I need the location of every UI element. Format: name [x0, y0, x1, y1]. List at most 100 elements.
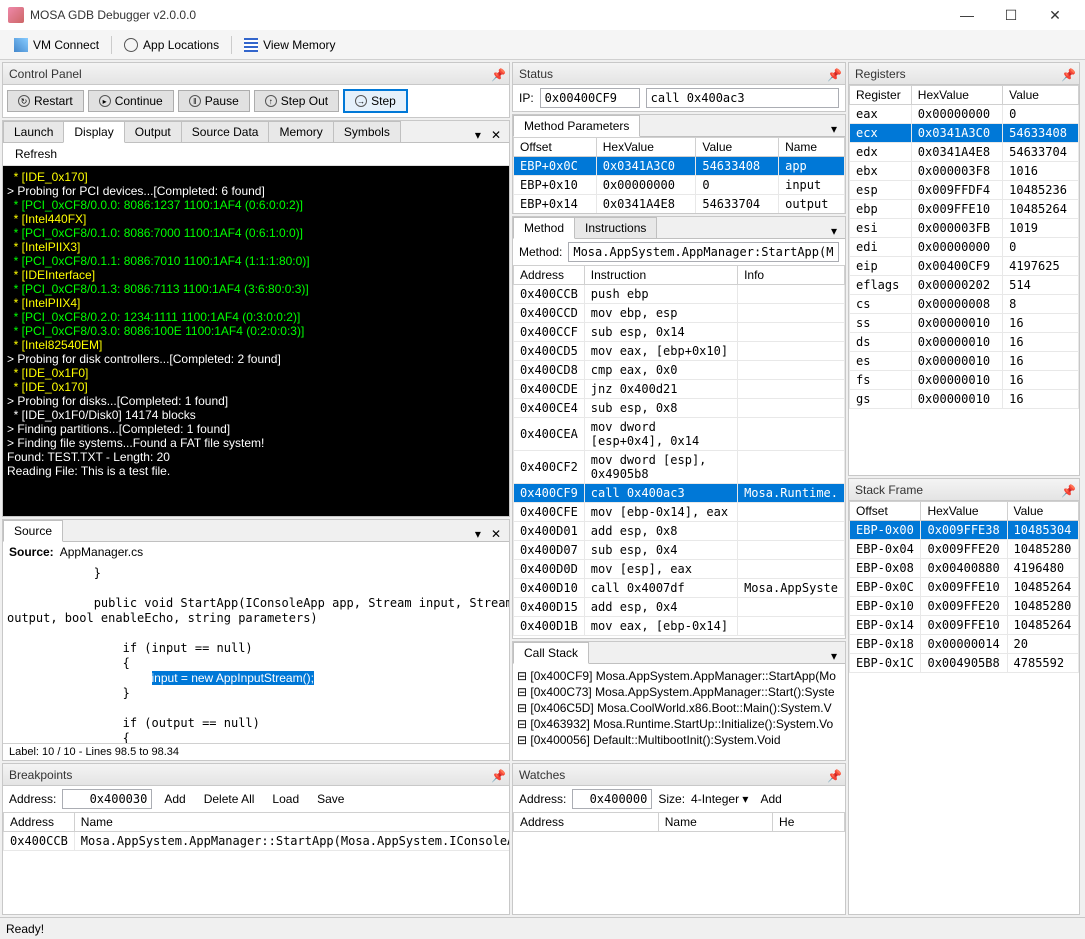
- tab-source[interactable]: Source: [3, 520, 63, 542]
- stackframe-table[interactable]: OffsetHexValueValue EBP-0x000x009FFE3810…: [849, 501, 1079, 673]
- table-row[interactable]: 0x400CCFsub esp, 0x14: [514, 323, 845, 342]
- tab-dropdown-icon[interactable]: ▾: [827, 122, 841, 136]
- table-row[interactable]: cs0x000000088: [850, 295, 1079, 314]
- registers-table[interactable]: RegisterHexValueValue eax0x000000000ecx0…: [849, 85, 1079, 409]
- table-row[interactable]: 0x400CE4sub esp, 0x8: [514, 399, 845, 418]
- app-locations-button[interactable]: App Locations: [118, 35, 225, 55]
- tab-display[interactable]: Display: [63, 121, 124, 143]
- watch-address-input[interactable]: [572, 789, 652, 809]
- ip-input[interactable]: [540, 88, 640, 108]
- stepout-button[interactable]: ↑Step Out: [254, 90, 339, 112]
- size-select[interactable]: 4-Integer ▾: [691, 792, 748, 806]
- list-item[interactable]: ⊟ [0x400CF9] Mosa.AppSystem.AppManager::…: [517, 668, 841, 684]
- vm-connect-button[interactable]: VM Connect: [8, 35, 105, 55]
- refresh-button[interactable]: Refresh: [9, 145, 63, 163]
- table-row[interactable]: EBP-0x0C0x009FFE1010485264: [850, 578, 1079, 597]
- tab-close-icon[interactable]: ✕: [487, 527, 505, 541]
- table-row[interactable]: EBP-0x1C0x004905B84785592: [850, 654, 1079, 673]
- table-row[interactable]: EBP+0x140x0341A4E854633704output: [514, 195, 845, 214]
- breakpoints-table[interactable]: AddressName 0x400CCBMosa.AppSystem.AppMa…: [3, 812, 509, 851]
- list-item[interactable]: ⊟ [0x400C73] Mosa.AppSystem.AppManager::…: [517, 684, 841, 700]
- pin-icon[interactable]: 📌: [491, 68, 503, 80]
- table-row[interactable]: EBP-0x040x009FFE2010485280: [850, 540, 1079, 559]
- table-row[interactable]: edi0x000000000: [850, 238, 1079, 257]
- list-item[interactable]: ⊟ [0x406C5D] Mosa.CoolWorld.x86.Boot::Ma…: [517, 700, 841, 716]
- table-row[interactable]: EBP-0x000x009FFE3810485304: [850, 521, 1079, 540]
- table-row[interactable]: esp0x009FFDF410485236: [850, 181, 1079, 200]
- list-item[interactable]: ⊟ [0x400056] Default::MultibootInit():Sy…: [517, 732, 841, 748]
- table-row[interactable]: 0x400CF2mov dword [esp], 0x4905b8: [514, 451, 845, 484]
- table-row[interactable]: 0x400CDEjnz 0x400d21: [514, 380, 845, 399]
- method-table[interactable]: AddressInstructionInfo 0x400CCBpush ebp0…: [513, 265, 845, 636]
- tab-memory[interactable]: Memory: [268, 121, 333, 142]
- tab-instructions[interactable]: Instructions: [574, 217, 657, 238]
- table-row[interactable]: EBP-0x100x009FFE2010485280: [850, 597, 1079, 616]
- table-row[interactable]: 0x400CCDmov ebp, esp: [514, 304, 845, 323]
- load-button[interactable]: Load: [266, 790, 305, 808]
- table-row[interactable]: 0x400D0Dmov [esp], eax: [514, 560, 845, 579]
- save-button[interactable]: Save: [311, 790, 350, 808]
- add-button[interactable]: Add: [158, 790, 191, 808]
- table-row[interactable]: 0x400CD5mov eax, [ebp+0x10]: [514, 342, 845, 361]
- source-view[interactable]: } public void StartApp(IConsoleApp app, …: [3, 562, 509, 743]
- table-row[interactable]: 0x400CFEmov [ebp-0x14], eax: [514, 503, 845, 522]
- callstack-list[interactable]: ⊟ [0x400CF9] Mosa.AppSystem.AppManager::…: [513, 664, 845, 760]
- table-row[interactable]: EBP-0x180x0000001420: [850, 635, 1079, 654]
- tab-method[interactable]: Method: [513, 217, 575, 239]
- table-row[interactable]: ecx0x0341A3C054633408: [850, 124, 1079, 143]
- tab-dropdown-icon[interactable]: ▾: [827, 224, 841, 238]
- table-row[interactable]: 0x400CEAmov dword [esp+0x4], 0x14: [514, 418, 845, 451]
- table-row[interactable]: ss0x0000001016: [850, 314, 1079, 333]
- tab-dropdown-icon[interactable]: ▾: [471, 527, 485, 541]
- table-row[interactable]: fs0x0000001016: [850, 371, 1079, 390]
- pin-icon[interactable]: 📌: [1061, 484, 1073, 496]
- add-button[interactable]: Add: [754, 790, 787, 808]
- table-row[interactable]: 0x400D10call 0x4007dfMosa.AppSyste: [514, 579, 845, 598]
- tab-symbols[interactable]: Symbols: [333, 121, 401, 142]
- table-row[interactable]: EBP+0x100x000000000input: [514, 176, 845, 195]
- tab-launch[interactable]: Launch: [3, 121, 64, 142]
- watches-table[interactable]: AddressNameHe: [513, 812, 845, 832]
- pin-icon[interactable]: 📌: [827, 769, 839, 781]
- step-button[interactable]: →Step: [343, 89, 408, 113]
- table-row[interactable]: 0x400D15add esp, 0x4: [514, 598, 845, 617]
- pause-button[interactable]: ‖Pause: [178, 90, 250, 112]
- restart-button[interactable]: ↻Restart: [7, 90, 84, 112]
- table-row[interactable]: gs0x0000001016: [850, 390, 1079, 409]
- table-row[interactable]: ebp0x009FFE1010485264: [850, 200, 1079, 219]
- table-row[interactable]: 0x400CCBMosa.AppSystem.AppManager::Start…: [4, 832, 510, 851]
- tab-callstack[interactable]: Call Stack: [513, 642, 589, 664]
- deleteall-button[interactable]: Delete All: [198, 790, 261, 808]
- table-row[interactable]: ebx0x000003F81016: [850, 162, 1079, 181]
- close-button[interactable]: ✕: [1033, 0, 1077, 30]
- table-row[interactable]: eflags0x00000202514: [850, 276, 1079, 295]
- table-row[interactable]: 0x400D07sub esp, 0x4: [514, 541, 845, 560]
- tab-dropdown-icon[interactable]: ▾: [827, 649, 841, 663]
- maximize-button[interactable]: ☐: [989, 0, 1033, 30]
- method-params-table[interactable]: OffsetHexValueValueName EBP+0x0C0x0341A3…: [513, 137, 845, 213]
- table-row[interactable]: esi0x000003FB1019: [850, 219, 1079, 238]
- table-row[interactable]: EBP-0x080x004008804196480: [850, 559, 1079, 578]
- tab-close-icon[interactable]: ✕: [487, 128, 505, 142]
- table-row[interactable]: EBP-0x140x009FFE1010485264: [850, 616, 1079, 635]
- pin-icon[interactable]: 📌: [491, 769, 503, 781]
- list-item[interactable]: ⊟ [0x463932] Mosa.Runtime.StartUp::Initi…: [517, 716, 841, 732]
- tab-sourcedata[interactable]: Source Data: [181, 121, 270, 142]
- method-name-input[interactable]: [568, 242, 839, 262]
- table-row[interactable]: 0x400CCBpush ebp: [514, 285, 845, 304]
- pin-icon[interactable]: 📌: [827, 68, 839, 80]
- continue-button[interactable]: ▸Continue: [88, 90, 174, 112]
- table-row[interactable]: ds0x0000001016: [850, 333, 1079, 352]
- table-row[interactable]: es0x0000001016: [850, 352, 1079, 371]
- breakpoint-address-input[interactable]: [62, 789, 152, 809]
- tab-output[interactable]: Output: [124, 121, 182, 142]
- table-row[interactable]: 0x400D1Bmov eax, [ebp-0x14]: [514, 617, 845, 636]
- table-row[interactable]: eax0x000000000: [850, 105, 1079, 124]
- table-row[interactable]: eip0x00400CF94197625: [850, 257, 1079, 276]
- table-row[interactable]: EBP+0x0C0x0341A3C054633408app: [514, 157, 845, 176]
- table-row[interactable]: 0x400CD8cmp eax, 0x0: [514, 361, 845, 380]
- minimize-button[interactable]: —: [945, 0, 989, 30]
- tab-method-params[interactable]: Method Parameters: [513, 115, 640, 137]
- table-row[interactable]: edx0x0341A4E854633704: [850, 143, 1079, 162]
- view-memory-button[interactable]: View Memory: [238, 35, 341, 55]
